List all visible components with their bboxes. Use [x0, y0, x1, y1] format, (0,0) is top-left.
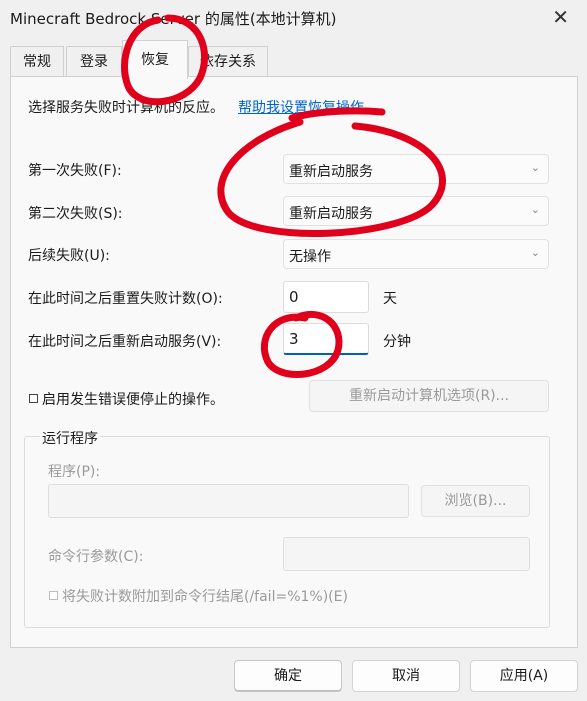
browse-button[interactable]: 浏览(B)...: [421, 485, 530, 517]
append-fail-count-label: 将失败计数附加到命令行结尾(/fail=%1%)(E): [62, 589, 348, 605]
first-failure-select[interactable]: 重新启动服务 ⌄: [283, 154, 549, 184]
subsequent-failure-label: 后续失败(U):: [28, 248, 110, 264]
program-label: 程序(P):: [48, 464, 101, 480]
run-program-group-label: 运行程序: [40, 428, 100, 448]
restart-service-unit: 分钟: [383, 334, 411, 350]
subsequent-failure-select[interactable]: 无操作 ⌄: [283, 239, 549, 269]
cmd-params-input[interactable]: [283, 537, 530, 571]
help-link[interactable]: 帮助我设置恢复操作。: [238, 97, 378, 117]
restart-service-label: 在此时间之后重新启动服务(V):: [28, 334, 222, 350]
second-failure-select[interactable]: 重新启动服务 ⌄: [283, 196, 549, 226]
reset-count-value: 0: [289, 288, 299, 306]
chevron-down-icon: ⌄: [530, 246, 540, 259]
enable-stop-actions-label: 启用发生错误便停止的操作。: [42, 392, 224, 408]
second-failure-label: 第二次失败(S):: [28, 206, 123, 222]
chevron-down-icon: ⌄: [530, 161, 540, 174]
ok-button[interactable]: 确定: [234, 660, 342, 692]
cancel-button[interactable]: 取消: [352, 660, 460, 692]
apply-button[interactable]: 应用(A): [470, 660, 578, 692]
program-input[interactable]: [48, 484, 409, 518]
append-fail-count-checkbox[interactable]: [49, 591, 58, 600]
first-failure-label: 第一次失败(F):: [28, 163, 122, 179]
recovery-intro: 选择服务失败时计算机的反应。: [28, 100, 224, 116]
chevron-down-icon: ⌄: [530, 203, 540, 216]
restart-computer-options-button[interactable]: 重新启动计算机选项(R)...: [309, 380, 549, 412]
reset-count-input[interactable]: 0: [283, 281, 369, 313]
cmd-params-label: 命令行参数(C):: [48, 549, 144, 565]
restart-service-input[interactable]: 3: [283, 323, 369, 355]
restart-service-value: 3: [289, 330, 299, 348]
enable-stop-actions-checkbox[interactable]: [29, 394, 38, 403]
first-failure-value: 重新启动服务: [289, 164, 373, 180]
subsequent-failure-value: 无操作: [289, 249, 331, 265]
reset-count-unit: 天: [383, 291, 397, 307]
reset-count-label: 在此时间之后重置失败计数(O):: [28, 291, 223, 307]
second-failure-value: 重新启动服务: [289, 206, 373, 222]
